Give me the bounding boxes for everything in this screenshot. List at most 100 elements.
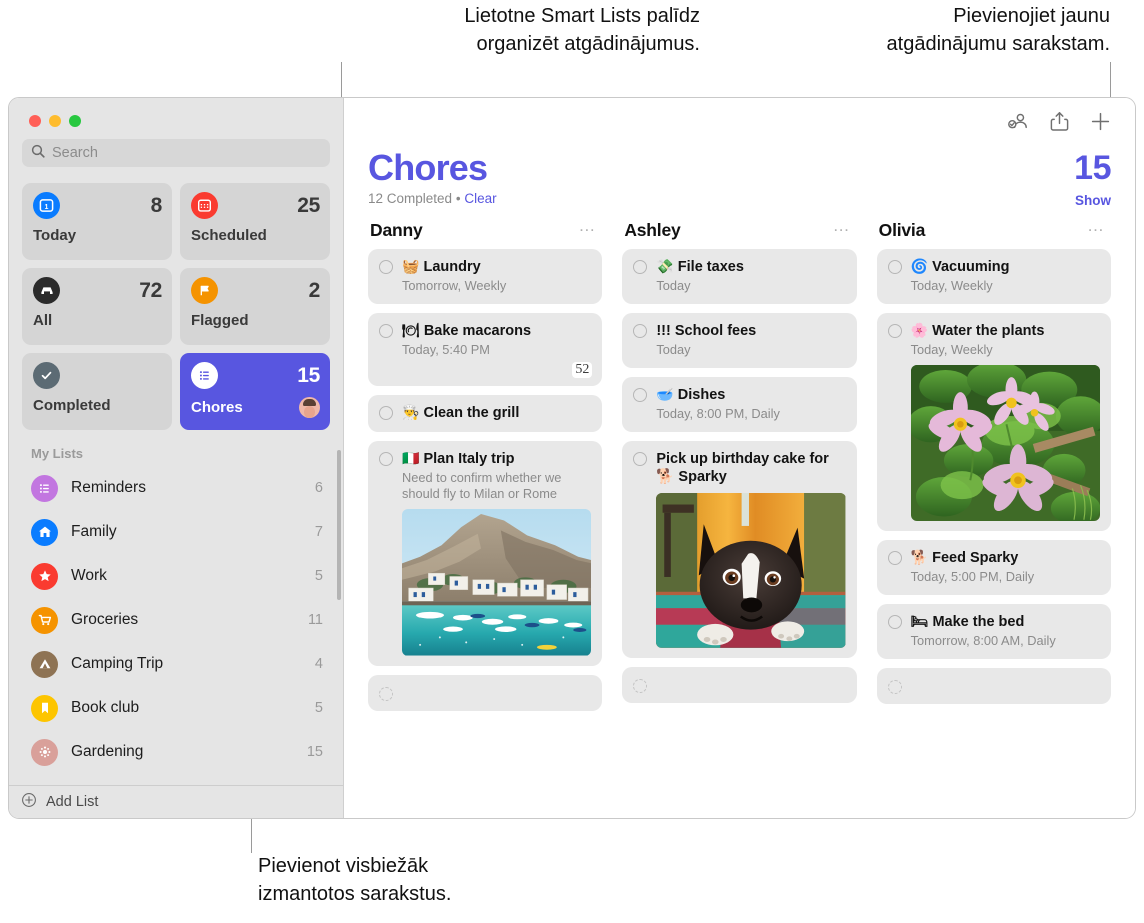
task-row[interactable]: 🌀 Vacuuming Today, Weekly — [877, 249, 1111, 304]
task-checkbox[interactable] — [888, 260, 902, 274]
task-checkbox[interactable] — [379, 687, 393, 701]
task-checkbox[interactable] — [888, 680, 902, 694]
task-title: !!! School fees — [656, 322, 845, 340]
smart-list-scheduled[interactable]: 25 Scheduled — [180, 183, 330, 260]
smart-list-completed[interactable]: Completed — [22, 353, 172, 430]
sidebar-item-gardening[interactable]: Gardening 15 — [9, 730, 343, 774]
task-row[interactable]: 🥣 Dishes Today, 8:00 PM, Daily — [622, 377, 856, 432]
list-count: 7 — [315, 524, 323, 540]
task-checkbox[interactable] — [888, 324, 902, 338]
task-checkbox[interactable] — [633, 324, 647, 338]
task-checkbox[interactable] — [633, 679, 647, 693]
task-emoji: 💸 — [656, 259, 673, 275]
task-row[interactable]: 💸 File taxes Today — [622, 249, 856, 304]
task-checkbox[interactable] — [379, 324, 393, 338]
task-row[interactable]: 🌸 Water the plants Today, Weekly — [877, 313, 1111, 531]
minimize-button[interactable] — [49, 115, 61, 127]
task-emoji: 🌀 — [911, 259, 928, 275]
columns-container: Danny … 🧺 Laundry Tomorrow, Weekly 🍽 Bak… — [344, 206, 1135, 720]
main-content: Chores 12 Completed • Clear 15 Show Dann… — [344, 98, 1135, 818]
sidebar-scrollbar[interactable] — [337, 450, 341, 600]
smart-list-label: All — [33, 312, 52, 329]
sidebar-item-book-club[interactable]: Book club 5 — [9, 686, 343, 730]
separator-dot: • — [456, 191, 461, 206]
task-subtitle: Tomorrow, Weekly — [402, 278, 591, 294]
list-count: 15 — [307, 744, 323, 760]
task-row[interactable]: Pick up birthday cake for 🐕 Sparky — [622, 441, 856, 658]
column-menu-icon[interactable]: … — [1087, 220, 1105, 231]
task-subtitle: Today, 5:00 PM, Daily — [911, 569, 1100, 585]
close-button[interactable] — [29, 115, 41, 127]
task-row-empty[interactable] — [622, 667, 856, 703]
task-subtitle: Today, 5:40 PM — [402, 342, 591, 358]
smart-list-today[interactable]: 1 8 Today — [22, 183, 172, 260]
column-menu-icon[interactable]: … — [578, 220, 596, 231]
smart-list-label: Today — [33, 227, 76, 244]
task-row[interactable]: 🇮🇹 Plan Italy trip Need to confirm wheth… — [368, 441, 602, 666]
list-count: 11 — [308, 612, 323, 628]
sidebar-item-reminders[interactable]: Reminders 6 — [9, 466, 343, 510]
add-reminder-icon[interactable] — [1090, 111, 1111, 132]
share-people-icon[interactable] — [1007, 111, 1029, 131]
my-lists-section: My Lists Reminders 6 — [9, 446, 343, 785]
task-checkbox[interactable] — [888, 615, 902, 629]
my-lists-header: My Lists — [9, 446, 343, 466]
task-subtitle: Today — [656, 342, 845, 358]
task-photo-italy-coastal-village[interactable] — [402, 509, 591, 656]
list-count: 6 — [315, 480, 323, 496]
task-photo-dog-on-rug[interactable] — [656, 493, 845, 648]
search-placeholder: Search — [52, 145, 98, 161]
task-row[interactable]: 🧺 Laundry Tomorrow, Weekly — [368, 249, 602, 304]
sidebar-item-camping-trip[interactable]: Camping Trip 4 — [9, 642, 343, 686]
task-title: 🧺 Laundry — [402, 258, 591, 276]
task-photo-pink-cosmos-flowers[interactable] — [911, 365, 1100, 521]
task-subtitle: Tomorrow, 8:00 AM, Daily — [911, 633, 1100, 649]
share-icon[interactable] — [1050, 111, 1069, 132]
task-row[interactable]: !!! School fees Today — [622, 313, 856, 368]
column-ashley: Ashley … 💸 File taxes Today !!! School f… — [622, 220, 856, 720]
task-checkbox[interactable] — [633, 260, 647, 274]
task-row-empty[interactable] — [368, 675, 602, 711]
task-checkbox[interactable] — [633, 452, 647, 466]
list-icon — [31, 475, 58, 502]
task-emoji: 🇮🇹 — [402, 451, 419, 467]
sidebar-item-work[interactable]: Work 5 — [9, 554, 343, 598]
task-checkbox[interactable] — [379, 406, 393, 420]
zoom-button[interactable] — [69, 115, 81, 127]
sidebar: Search 1 8 Today — [9, 98, 344, 818]
smart-list-all[interactable]: 72 All — [22, 268, 172, 345]
callout-leader-line-1 — [341, 62, 342, 97]
page-title: Chores — [368, 148, 1111, 188]
task-row[interactable]: 🍽 Bake macarons Today, 5:40 PM 52 — [368, 313, 602, 386]
column-menu-icon[interactable]: … — [833, 220, 851, 231]
toolbar — [344, 98, 1135, 144]
task-row[interactable]: 🐕 Feed Sparky Today, 5:00 PM, Daily — [877, 540, 1111, 595]
calendar-day-icon: 1 — [33, 192, 60, 219]
flower-icon — [31, 739, 58, 766]
task-checkbox[interactable] — [379, 260, 393, 274]
task-checkbox[interactable] — [633, 388, 647, 402]
list-header: Chores 12 Completed • Clear 15 Show — [344, 144, 1135, 206]
task-row[interactable]: 🛏 Make the bed Tomorrow, 8:00 AM, Daily — [877, 604, 1111, 659]
list-count: 5 — [315, 700, 323, 716]
task-row[interactable]: 👨‍🍳 Clean the grill — [368, 395, 602, 432]
task-title: 🛏 Make the bed — [911, 613, 1100, 631]
house-icon — [31, 519, 58, 546]
add-list-button[interactable]: Add List — [9, 785, 343, 818]
sidebar-item-groceries[interactable]: Groceries 11 — [9, 598, 343, 642]
smart-list-count: 8 — [151, 194, 162, 218]
search-input[interactable]: Search — [22, 139, 330, 167]
show-completed-button[interactable]: Show — [1075, 193, 1111, 208]
star-icon — [31, 563, 58, 590]
task-checkbox[interactable] — [379, 452, 393, 466]
task-row-empty[interactable] — [877, 668, 1111, 704]
smart-list-chores[interactable]: 15 Chores — [180, 353, 330, 430]
callout-add-reminder: Pievienojiet jaunu atgādinājumu saraksta… — [760, 2, 1110, 58]
clear-button[interactable]: Clear — [464, 191, 496, 206]
sidebar-item-family[interactable]: Family 7 — [9, 510, 343, 554]
smart-list-label: Scheduled — [191, 227, 267, 244]
smart-list-flagged[interactable]: 2 Flagged — [180, 268, 330, 345]
task-checkbox[interactable] — [888, 551, 902, 565]
column-title: Ashley — [624, 220, 680, 241]
task-subtitle: Today, Weekly — [911, 342, 1100, 358]
